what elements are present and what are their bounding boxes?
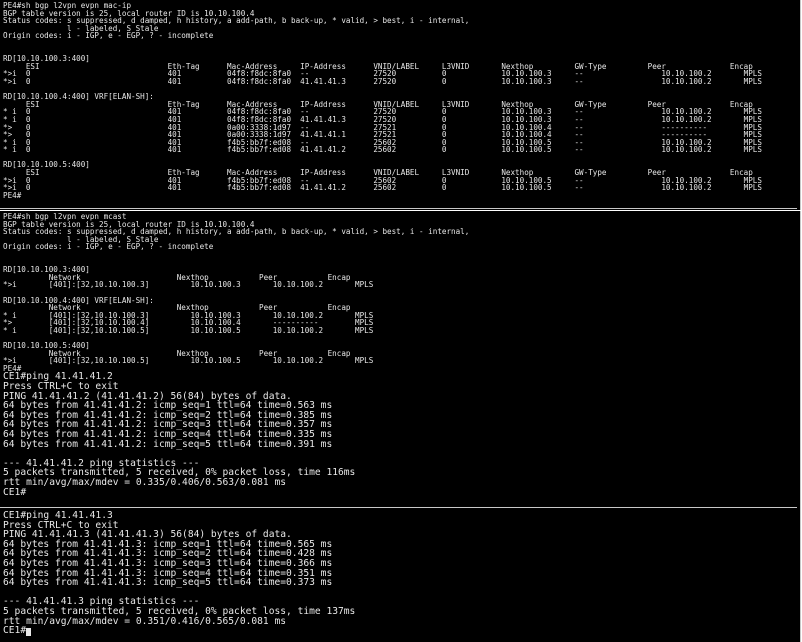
terminal-prompt[interactable]: CE1#: [3, 626, 800, 636]
window-divider: [0, 208, 797, 209]
terminal-line: *>i 0 401 f4b5:bb7f:ed08 41.41.41.2 2560…: [3, 183, 762, 193]
terminal-line: rtt min/avg/max/mdev = 0.351/0.416/0.565…: [3, 615, 287, 627]
terminal-line: CE1#: [3, 486, 27, 498]
terminal-line: * i [401]:[32,10.10.100.5] 10.10.100.5 1…: [3, 325, 374, 335]
terminal-line: PE4#: [3, 190, 22, 200]
terminal-mcast-ping[interactable]: PE4#sh bgp l2vpn evpn mcast BGP table ve…: [0, 211, 801, 509]
terminal-line: rtt min/avg/max/mdev = 0.335/0.406/0.563…: [3, 477, 287, 488]
cursor-icon: [26, 627, 32, 636]
terminal-line: 64 bytes from 41.41.41.3: icmp_seq=5 ttl…: [3, 577, 333, 589]
window-divider: [0, 507, 797, 508]
terminal-line: PE4#: [3, 363, 22, 373]
terminal-line: * i 0 401 f4b5:bb7f:ed08 41.41.41.2 2560…: [3, 145, 762, 155]
terminal-line: CE1#ping 41.41.41.2: [3, 371, 113, 383]
terminal-ping[interactable]: CE1#ping 41.41.41.3 Press CTRL+C to exit…: [0, 509, 801, 642]
terminal-line: *>i [401]:[32,10.10.100.3] 10.10.100.3 1…: [3, 280, 374, 290]
terminal-line: *>i 0 401 04f8:f8dc:8fa0 41.41.41.3 2752…: [3, 76, 762, 86]
terminal-mac-ip[interactable]: PE4#sh bgp l2vpn evpn mac-ip BGP table v…: [0, 0, 801, 210]
terminal-line: Origin codes: i - IGP, e - EGP, ? - inco…: [3, 31, 214, 41]
terminal-line: *>i [401]:[32,10.10.100.5] 10.10.100.5 1…: [3, 356, 374, 366]
terminal-line: 64 bytes from 41.41.41.2: icmp_seq=5 ttl…: [3, 438, 333, 450]
terminal-line: Origin codes: i - IGP, e - EGP, ? - inco…: [3, 242, 214, 252]
terminal-line: CE1#ping 41.41.41.3: [3, 510, 113, 521]
